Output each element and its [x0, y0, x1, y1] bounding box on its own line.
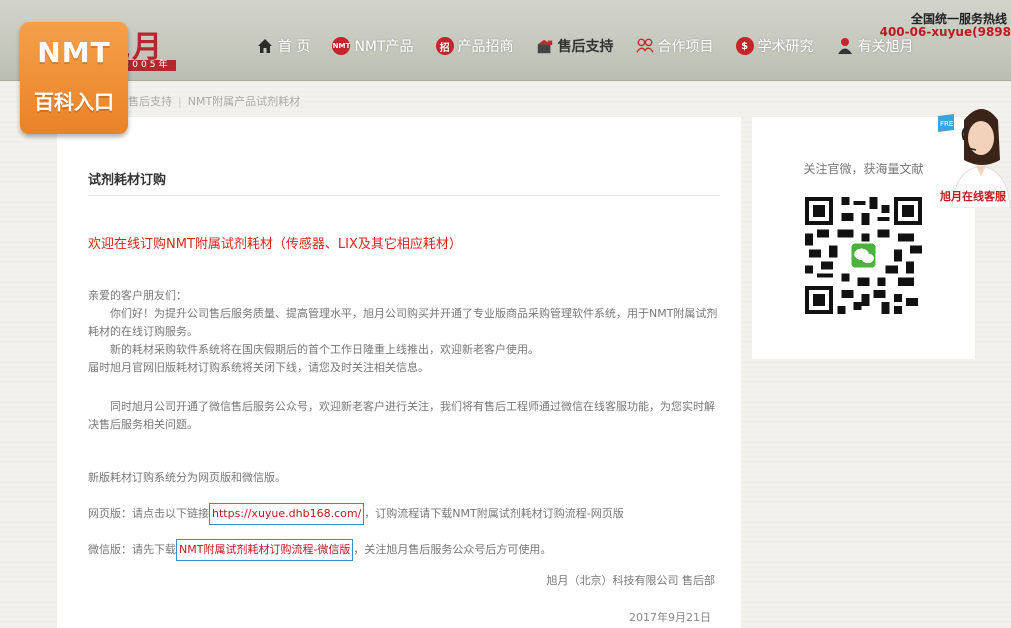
free-tag: FREE: [940, 120, 958, 128]
nav-support[interactable]: 售后支持: [536, 36, 614, 56]
paragraph-5: 新版耗材订购系统分为网页版和微信版。: [88, 471, 286, 484]
nav-research[interactable]: $ 学术研究: [735, 36, 814, 56]
online-service-label[interactable]: 旭月在线客服: [940, 188, 1006, 204]
web-order-link[interactable]: https://xuyue.dhb168.com/: [209, 503, 365, 525]
partner-icon: [635, 37, 654, 55]
nmt-icon: NMT: [332, 37, 351, 55]
about-icon: [836, 37, 854, 55]
nav-label: NMT产品: [354, 39, 414, 55]
support-icon: [536, 37, 554, 55]
wechat-version-line: 微信版：请先下载 NMT附属试剂耗材订购流程-微信版 ，关注旭月售后服务公众号后方可…: [88, 539, 718, 561]
breadcrumb-parent[interactable]: 售后支持: [128, 95, 172, 108]
nav-partner[interactable]: 合作项目: [635, 36, 714, 56]
nav-label: 售后支持: [557, 39, 614, 55]
nav-label: 学术研究: [757, 39, 814, 55]
greeting: 亲爱的客户朋友们：: [88, 289, 187, 302]
paragraph-3: 届时旭月官网旧版耗材订购系统将关闭下线，请您及时关注相关信息。: [88, 361, 429, 374]
nmt-wiki-badge[interactable]: NMT 百科入口: [20, 22, 128, 134]
breadcrumb-separator: |: [178, 95, 182, 108]
hotline-number[interactable]: 400-06-xuyue(9898: [880, 25, 1011, 39]
badge-subtitle: 百科入口: [34, 90, 114, 114]
nav-nmt-products[interactable]: NMT NMT产品: [332, 36, 414, 56]
breadcrumb-current: NMT附属产品试剂耗材: [187, 95, 301, 108]
web-version-line: 网页版：请点击以下链接 https://xuyue.dhb168.com/，订购流…: [88, 503, 718, 525]
publish-date: 2017年9月21日: [629, 611, 711, 624]
web-prefix: 网页版：请点击以下链接: [88, 507, 209, 520]
wx-suffix: ，关注旭月售后服务公众号后方可使用。: [353, 543, 552, 556]
title-divider: [88, 195, 720, 196]
web-suffix: ，订购流程请下载NMT附属试剂耗材订购流程-网页版: [364, 507, 624, 520]
research-icon: $: [735, 37, 754, 55]
welcome-heading: 欢迎在线订购NMT附属试剂耗材（传感器、LIX及其它相应耗材）: [88, 237, 462, 252]
intro-paragraphs: 亲爱的客户朋友们： 你们好！为提升公司售后服务质量、提高管理水平，旭月公司购买并…: [88, 287, 718, 377]
nav-label: 首 页: [278, 39, 311, 55]
home-icon: [256, 37, 274, 55]
main-content: 试剂耗材订购 欢迎在线订购NMT附属试剂耗材（传感器、LIX及其它相应耗材） 亲…: [57, 117, 741, 628]
wechat-qr-code: [805, 197, 922, 314]
nav-label: 产品招商: [457, 39, 514, 55]
signature: 旭月（北京）科技有限公司 售后部: [546, 574, 716, 587]
nav-home[interactable]: 首 页: [256, 36, 310, 56]
main-nav: 首 页 NMT NMT产品 招 产品招商 售后支持 合作项目 $ 学术研究 有关…: [256, 36, 936, 56]
paragraph-1: 你们好！为提升公司售后服务质量、提高管理水平，旭月公司购买并开通了专业版商品采购…: [88, 307, 718, 338]
recruit-icon: 招: [435, 37, 454, 55]
wx-prefix: 微信版：请先下载: [88, 543, 176, 556]
badge-title: NMT: [37, 36, 111, 69]
nav-recruit[interactable]: 招 产品招商: [435, 36, 514, 56]
nav-label: 有关旭月: [857, 39, 914, 55]
paragraph-4: 同时旭月公司开通了微信售后服务公众号，欢迎新老客户进行关注，我们将有售后工程师通…: [88, 400, 715, 431]
wechat-process-link[interactable]: NMT附属试剂耗材订购流程-微信版: [176, 539, 354, 561]
paragraph-2: 新的耗材采购软件系统将在国庆假期后的首个工作日隆重上线推出，欢迎新老客户使用。: [110, 343, 539, 356]
site-header: 旭月 2005年 首 页 NMT NMT产品 招 产品招商 售后支持 合作项目 …: [0, 0, 1011, 81]
breadcrumb: 售后支持 | NMT附属产品试剂耗材: [128, 93, 300, 109]
page-title: 试剂耗材订购: [88, 173, 167, 188]
nav-about[interactable]: 有关旭月: [836, 36, 914, 56]
nav-label: 合作项目: [657, 39, 714, 55]
